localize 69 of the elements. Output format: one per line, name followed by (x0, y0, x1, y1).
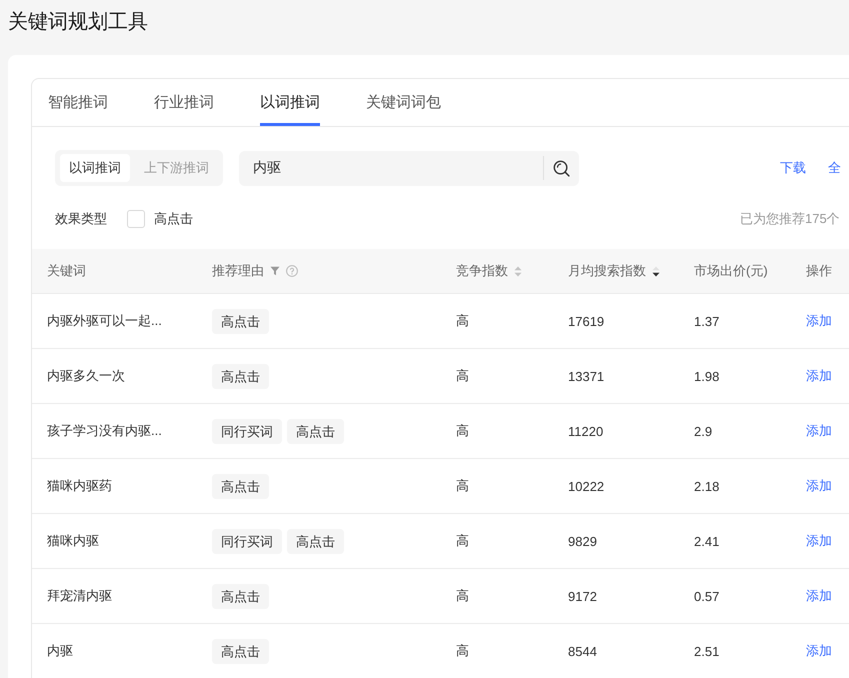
keyword-cell: 孩子学习没有内驱... (47, 422, 162, 440)
search-index-cell: 8544 (568, 644, 597, 658)
competition-cell: 高 (456, 422, 469, 440)
sort-icon[interactable] (652, 266, 660, 276)
competition-cell: 高 (456, 312, 469, 330)
search-field[interactable]: 内驱 (239, 150, 543, 186)
reason-tag: 高点击 (212, 584, 269, 608)
reason-tag: 高点击 (287, 418, 344, 444)
download-link[interactable]: 下载 (780, 159, 806, 177)
search-icon (553, 160, 570, 176)
price-cell: 1.98 (694, 368, 720, 384)
search-button[interactable] (543, 150, 579, 186)
keyword-cell: 内驱 (47, 642, 73, 660)
keyword-cell: 内驱外驱可以一起... (47, 312, 162, 330)
price-cell: 2.51 (694, 644, 720, 658)
reason-tag: 高点击 (212, 638, 269, 664)
mode-option[interactable]: 以词推词 (60, 154, 130, 182)
tab[interactable]: 以词推词 (260, 79, 320, 126)
price-cell: 1.37 (694, 314, 720, 328)
price-cell: 0.57 (694, 588, 720, 604)
price-cell: 2.41 (694, 534, 720, 548)
mode-option[interactable]: 上下游推词 (135, 154, 218, 182)
page-title: 关键词规划工具 (8, 11, 148, 33)
competition-cell: 高 (456, 532, 469, 550)
keyword-cell: 拜宠清内驱 (47, 587, 112, 605)
price-cell: 2.18 (694, 478, 720, 494)
keyword-cell: 猫咪内驱药 (47, 477, 112, 495)
competition-cell: 高 (456, 642, 469, 660)
reason-tag: 同行买词 (212, 418, 282, 444)
add-link[interactable]: 添加 (806, 312, 832, 330)
competition-cell: 高 (456, 477, 469, 495)
add-link[interactable]: 添加 (806, 642, 832, 660)
column-header: 竞争指数 (456, 262, 508, 280)
add-link[interactable]: 添加 (806, 422, 832, 440)
column-header: 关键词 (47, 262, 86, 280)
search-index-cell: 17619 (568, 314, 604, 328)
reason-tag: 高点击 (212, 474, 269, 498)
keyword-cell: 内驱多久一次 (47, 367, 125, 385)
add-link[interactable]: 添加 (806, 477, 832, 495)
checkbox[interactable] (127, 210, 145, 228)
search-index-cell: 11220 (568, 424, 604, 438)
column-header: 推荐理由 (212, 262, 264, 280)
search-index-cell: 9172 (568, 588, 597, 604)
column-header: 操作 (806, 262, 832, 280)
price-cell: 2.9 (694, 424, 712, 438)
add-link[interactable]: 添加 (806, 587, 832, 605)
search-index-cell: 9829 (568, 534, 597, 548)
column-header: 月均搜索指数 (568, 262, 646, 280)
reason-tag: 高点击 (287, 528, 344, 554)
search-index-cell: 13371 (568, 368, 604, 384)
help-icon[interactable] (286, 265, 298, 277)
search-index-cell: 10222 (568, 478, 604, 494)
tab[interactable]: 智能推词 (48, 79, 108, 126)
keyword-cell: 猫咪内驱 (47, 532, 99, 550)
add-link[interactable]: 添加 (806, 532, 832, 550)
competition-cell: 高 (456, 587, 469, 605)
reason-tag: 同行买词 (212, 528, 282, 554)
reason-tag: 高点击 (212, 308, 269, 334)
text-link[interactable]: 全 (828, 159, 841, 177)
checkbox-label[interactable]: 高点击 (154, 210, 193, 228)
result-count: 已为您推荐175个 (740, 210, 840, 228)
column-header: 市场出价(元) (694, 262, 768, 280)
filter-label: 效果类型 (55, 210, 107, 228)
reason-tag: 高点击 (212, 364, 269, 388)
tab[interactable]: 关键词词包 (366, 79, 441, 126)
add-link[interactable]: 添加 (806, 367, 832, 385)
filter-icon[interactable] (270, 266, 280, 276)
competition-cell: 高 (456, 367, 469, 385)
tab[interactable]: 行业推词 (154, 79, 214, 126)
